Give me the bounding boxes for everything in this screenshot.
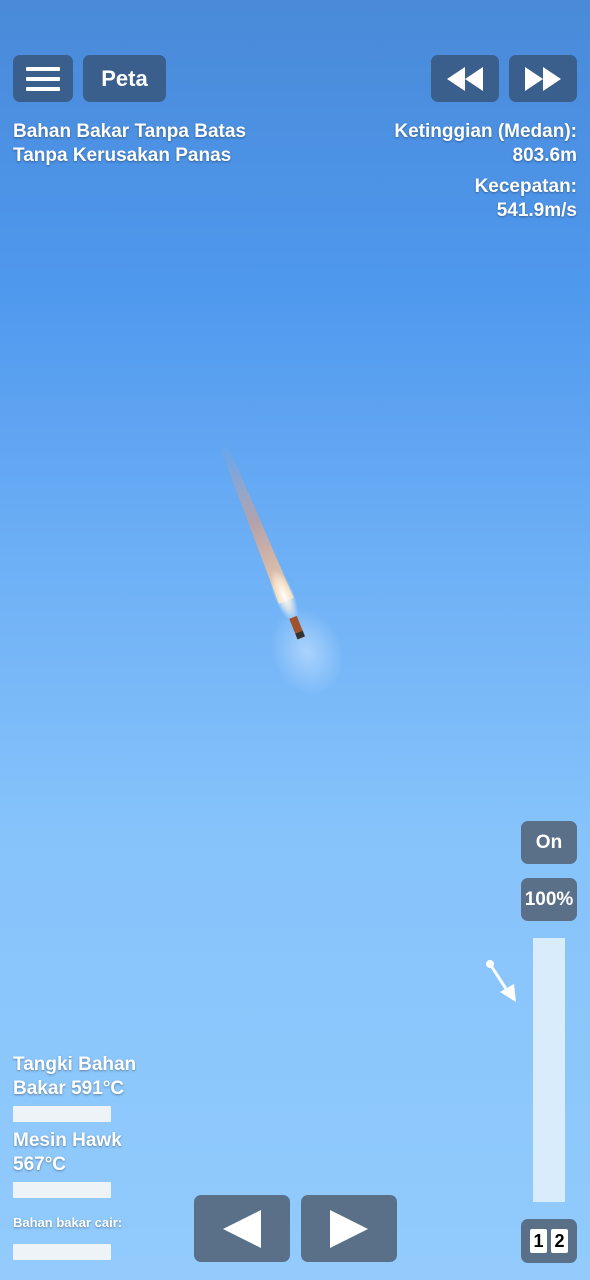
cheat-no-heat-damage: Tanpa Kerusakan Panas <box>13 145 232 166</box>
rewind-button[interactable] <box>431 55 499 102</box>
right-arrow-icon <box>330 1209 368 1248</box>
cheat-unlimited-fuel: Bahan Bakar Tanpa Batas <box>13 121 247 142</box>
engine-temp-line1: Mesin Hawk <box>13 1130 122 1151</box>
hamburger-menu-icon <box>26 66 60 91</box>
engine-toggle-button[interactable]: On <box>521 821 577 864</box>
tank-temp-line2: Bakar 591°C <box>13 1078 125 1099</box>
fast-forward-button[interactable] <box>509 55 577 102</box>
stage-2[interactable]: 2 <box>551 1229 568 1253</box>
throttle-slider[interactable] <box>533 938 565 1202</box>
rocket-graphic <box>218 441 344 696</box>
speed-label: Kecepatan: <box>474 176 577 197</box>
tank-temp-bar <box>13 1106 111 1122</box>
throttle-readout: 100% <box>521 878 577 921</box>
throttle-fill <box>533 938 565 1202</box>
throttle-drag-hint-icon <box>486 960 516 1002</box>
next-button[interactable] <box>301 1195 397 1262</box>
rewind-icon <box>447 66 483 91</box>
stage-1[interactable]: 1 <box>530 1229 547 1253</box>
tank-temp-line1: Tangki Bahan <box>13 1054 137 1075</box>
map-button[interactable]: Peta <box>83 55 166 102</box>
left-arrow-icon <box>223 1209 261 1248</box>
speed-value: 541.9m/s <box>496 200 577 221</box>
engine-temp-line2: 567°C <box>13 1154 67 1175</box>
prev-button[interactable] <box>194 1195 290 1262</box>
flight-screen: { "toolbar": { "menu_icon": "hamburger-m… <box>0 0 590 1280</box>
fast-forward-icon <box>525 66 561 91</box>
fuel-label: Bahan bakar cair: <box>13 1215 123 1230</box>
altitude-value: 803.6m <box>512 145 577 166</box>
stage-selector[interactable]: 1 2 <box>521 1219 577 1263</box>
altitude-label: Ketinggian (Medan): <box>394 121 577 142</box>
engine-temp-bar <box>13 1182 111 1198</box>
menu-button[interactable] <box>13 55 73 102</box>
fuel-bar <box>13 1244 111 1260</box>
